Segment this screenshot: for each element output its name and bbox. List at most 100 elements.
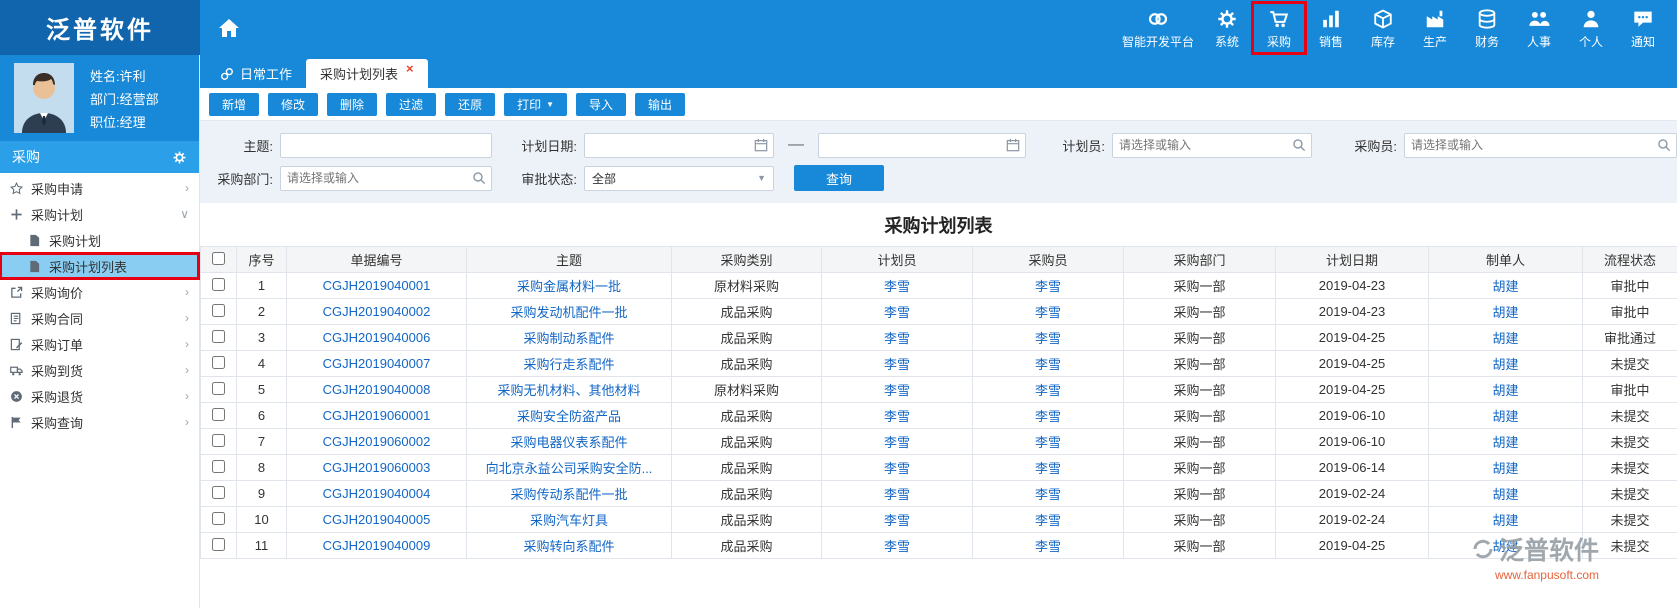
row-checkbox[interactable] (212, 355, 225, 369)
module-nav-item[interactable]: 库存 (1357, 3, 1409, 53)
subject-input[interactable] (280, 132, 492, 158)
date-to-input[interactable] (818, 132, 1026, 158)
buyer-link[interactable]: 李雪 (972, 376, 1124, 403)
row-checkbox[interactable] (212, 537, 225, 551)
creator-link[interactable]: 胡建 (1428, 532, 1583, 559)
toolbar-button[interactable]: 打印 ▼ (504, 92, 568, 116)
buyer-link[interactable]: 李雪 (972, 402, 1124, 429)
buyer-input[interactable] (1404, 132, 1677, 158)
doc-number-link[interactable]: CGJH2019060002 (286, 428, 467, 455)
module-nav-item[interactable]: 个人 (1565, 3, 1617, 53)
sidebar-menu-item[interactable]: 采购计划 ∨ (0, 201, 199, 227)
doc-number-link[interactable]: CGJH2019040008 (286, 376, 467, 403)
subject-link[interactable]: 向北京永益公司采购安全防... (466, 454, 672, 481)
subject-link[interactable]: 采购金属材料一批 (466, 272, 672, 299)
toolbar-button[interactable]: 还原 (445, 92, 496, 116)
row-checkbox[interactable] (212, 277, 225, 291)
buyer-link[interactable]: 李雪 (972, 428, 1124, 455)
module-nav-item[interactable]: 销售 (1305, 3, 1357, 53)
doc-number-link[interactable]: CGJH2019060001 (286, 402, 467, 429)
row-checkbox[interactable] (212, 511, 225, 525)
sidebar-menu-item[interactable]: 采购申请 › (0, 175, 199, 201)
creator-link[interactable]: 胡建 (1428, 402, 1583, 429)
doc-number-link[interactable]: CGJH2019040001 (286, 272, 467, 299)
toolbar-button[interactable]: 修改 (268, 92, 319, 116)
subject-link[interactable]: 采购传动系配件一批 (466, 480, 672, 507)
search-button[interactable]: 查询 (794, 165, 884, 191)
subject-link[interactable]: 采购转向系配件 (466, 532, 672, 559)
planner-link[interactable]: 李雪 (821, 376, 973, 403)
buyer-link[interactable]: 李雪 (972, 532, 1124, 559)
buyer-link[interactable]: 李雪 (972, 480, 1124, 507)
toolbar-button[interactable]: 删除 (327, 92, 378, 116)
sidebar-menu-item[interactable]: 采购合同 › (0, 305, 199, 331)
module-nav-item[interactable]: 智能开发平台 (1115, 3, 1201, 53)
toolbar-button[interactable]: 输出 (635, 92, 686, 116)
creator-link[interactable]: 胡建 (1428, 298, 1583, 325)
doc-number-link[interactable]: CGJH2019040002 (286, 298, 467, 325)
row-checkbox[interactable] (212, 485, 225, 499)
planner-link[interactable]: 李雪 (821, 298, 973, 325)
home-button[interactable] (200, 0, 258, 55)
module-nav-item[interactable]: 系统 (1201, 3, 1253, 53)
creator-link[interactable]: 胡建 (1428, 324, 1583, 351)
tab-purchase-plan-list[interactable]: 采购计划列表 × (306, 59, 428, 88)
creator-link[interactable]: 胡建 (1428, 272, 1583, 299)
buyer-link[interactable]: 李雪 (972, 454, 1124, 481)
planner-link[interactable]: 李雪 (821, 402, 973, 429)
doc-number-link[interactable]: CGJH2019040005 (286, 506, 467, 533)
buyer-link[interactable]: 李雪 (972, 350, 1124, 377)
planner-link[interactable]: 李雪 (821, 324, 973, 351)
toolbar-button[interactable]: 新增 (209, 92, 260, 116)
module-nav-item[interactable]: 通知 (1617, 3, 1669, 53)
doc-number-link[interactable]: CGJH2019060003 (286, 454, 467, 481)
subject-link[interactable]: 采购无机材料、其他材料 (466, 376, 672, 403)
approval-status-select[interactable]: 全部 ▼ (584, 165, 774, 191)
sidebar-menu-item[interactable]: 采购到货 › (0, 357, 199, 383)
row-checkbox[interactable] (212, 329, 225, 343)
sidebar-menu-item[interactable]: 采购询价 › (0, 279, 199, 305)
subject-link[interactable]: 采购发动机配件一批 (466, 298, 672, 325)
creator-link[interactable]: 胡建 (1428, 376, 1583, 403)
doc-number-link[interactable]: CGJH2019040006 (286, 324, 467, 351)
tab-daily-work[interactable]: 日常工作 (206, 59, 306, 88)
sidebar-menu-item[interactable]: 采购订单 › (0, 331, 199, 357)
planner-link[interactable]: 李雪 (821, 506, 973, 533)
subject-link[interactable]: 采购安全防盗产品 (466, 402, 672, 429)
planner-link[interactable]: 李雪 (821, 350, 973, 377)
subject-link[interactable]: 采购行走系配件 (466, 350, 672, 377)
creator-link[interactable]: 胡建 (1428, 506, 1583, 533)
planner-link[interactable]: 李雪 (821, 272, 973, 299)
creator-link[interactable]: 胡建 (1428, 454, 1583, 481)
row-checkbox[interactable] (212, 459, 225, 473)
row-checkbox[interactable] (212, 407, 225, 421)
row-checkbox[interactable] (212, 433, 225, 447)
planner-link[interactable]: 李雪 (821, 480, 973, 507)
planner-link[interactable]: 李雪 (821, 454, 973, 481)
toolbar-button[interactable]: 导入 (576, 92, 627, 116)
subject-link[interactable]: 采购电器仪表系配件 (466, 428, 672, 455)
buyer-link[interactable]: 李雪 (972, 272, 1124, 299)
department-input[interactable] (280, 165, 492, 191)
row-checkbox[interactable] (212, 381, 225, 395)
creator-link[interactable]: 胡建 (1428, 480, 1583, 507)
creator-link[interactable]: 胡建 (1428, 428, 1583, 455)
planner-link[interactable]: 李雪 (821, 532, 973, 559)
doc-number-link[interactable]: CGJH2019040009 (286, 532, 467, 559)
date-from-input[interactable] (584, 132, 774, 158)
creator-link[interactable]: 胡建 (1428, 350, 1583, 377)
module-nav-item[interactable]: 生产 (1409, 3, 1461, 53)
module-nav-item[interactable]: 人事 (1513, 3, 1565, 53)
select-all-checkbox[interactable] (212, 251, 225, 265)
subject-link[interactable]: 采购制动系配件 (466, 324, 672, 351)
planner-link[interactable]: 李雪 (821, 428, 973, 455)
doc-number-link[interactable]: CGJH2019040007 (286, 350, 467, 377)
sidebar-menu-item[interactable]: 采购查询 › (0, 409, 199, 435)
buyer-link[interactable]: 李雪 (972, 298, 1124, 325)
close-icon[interactable]: × (406, 61, 414, 76)
module-nav-item[interactable]: 财务 (1461, 3, 1513, 53)
doc-number-link[interactable]: CGJH2019040004 (286, 480, 467, 507)
gear-icon[interactable] (172, 150, 187, 165)
row-checkbox[interactable] (212, 303, 225, 317)
sidebar-menu-item[interactable]: 采购退货 › (0, 383, 199, 409)
